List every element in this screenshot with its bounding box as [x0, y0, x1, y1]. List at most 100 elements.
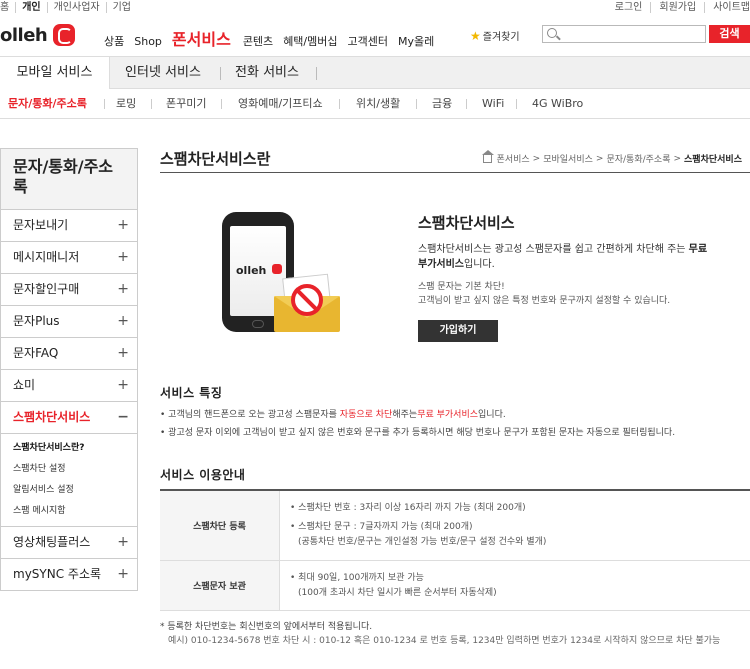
subnav-4g-wibro[interactable]: 4G WiBro: [532, 89, 583, 119]
lnb-item-mysync-contacts[interactable]: mySYNC 주소록 +: [0, 559, 138, 591]
breadcrumb-item[interactable]: 폰서비스: [497, 152, 530, 165]
lnb-item-sms-plus[interactable]: 문자Plus +: [0, 306, 138, 338]
util-home-link[interactable]: 홈: [0, 2, 17, 13]
plus-icon: +: [117, 534, 129, 550]
subnav-divider: [104, 99, 105, 109]
blocked-mail-icon: [274, 273, 340, 332]
olleh-logo[interactable]: olleh: [0, 24, 76, 46]
signup-link[interactable]: 회원가입: [651, 2, 706, 13]
lnb-item-video-chat-plus[interactable]: 영상채팅플러스 +: [0, 527, 138, 559]
subnav-finance[interactable]: 금융: [432, 89, 452, 119]
home-icon[interactable]: [481, 149, 494, 163]
usage-row-head: 스팸차단 등록: [160, 491, 280, 560]
menu-customer-center[interactable]: 고객센터: [348, 33, 388, 49]
olleh-logo-icon: [53, 24, 76, 46]
plus-icon: +: [117, 377, 129, 393]
join-button[interactable]: 가입하기: [418, 320, 498, 342]
usage-table: 스팸차단 등록 • 스팸차단 번호 : 3자리 이상 16자리 까지 가능 (최…: [160, 489, 750, 611]
subnav-divider: [416, 99, 417, 109]
lnb-sub-spam-inbox[interactable]: 스팸 메시지함: [13, 501, 137, 522]
search-box: [542, 25, 706, 43]
segment-links: 홈 개인 개인사업자 기업: [0, 2, 137, 13]
home-button-icon: [252, 320, 264, 328]
plus-icon: +: [117, 249, 129, 265]
breadcrumb: 폰서비스 > 모바일서비스 > 문자/통화/주소록 > 스팸차단서비스: [481, 149, 742, 165]
lnb-item-sms-faq[interactable]: 문자FAQ +: [0, 338, 138, 370]
prohibited-icon: [291, 284, 323, 316]
menu-shop[interactable]: Shop: [134, 35, 162, 48]
favorite-label: 즐겨찾기: [482, 32, 520, 43]
lnb-sub-spam-settings[interactable]: 스팸차단 설정: [13, 459, 137, 480]
logo-text: olleh: [0, 24, 48, 46]
tab-mobile-service[interactable]: 모바일 서비스: [0, 57, 110, 89]
subnav-location-life[interactable]: 위치/생활: [356, 89, 400, 119]
account-links: 로그인 회원가입 사이트맵: [607, 2, 750, 13]
menu-products[interactable]: 상품: [104, 33, 124, 49]
search-icon: [547, 28, 557, 38]
breadcrumb-item[interactable]: 문자/통화/주소록: [606, 152, 670, 165]
subnav-sms-call-contacts[interactable]: 문자/통화/주소록: [8, 89, 87, 119]
lnb-item-showme[interactable]: 쇼미 +: [0, 370, 138, 402]
subnav-divider: [516, 99, 517, 109]
plus-icon: +: [117, 281, 129, 297]
tab-phone-service[interactable]: 전화 서비스: [222, 57, 312, 89]
usage-row-body: • 최대 90일, 100개까지 보관 가능 (100개 초과시 차단 일시가 …: [290, 573, 497, 598]
search-button[interactable]: 검색: [709, 25, 750, 43]
service-tabs: 모바일 서비스 인터넷 서비스 전화 서비스: [0, 56, 750, 89]
plus-icon: +: [117, 217, 129, 233]
lnb-item-message-manager[interactable]: 메시지매니저 +: [0, 242, 138, 274]
left-nav: 문자/통화/주소록 문자보내기 + 메시지매니저 + 문자할인구매 + 문자Plus +…: [0, 148, 138, 591]
sitemap-link[interactable]: 사이트맵: [705, 2, 750, 13]
olleh-mark-icon: [272, 264, 282, 274]
lnb-sub-what-is-spam-block[interactable]: 스팸차단서비스란?: [13, 438, 137, 459]
hero-description: 스팸차단서비스는 광고성 스팸문자를 쉽고 간편하게 차단해 주는 무료 부가서…: [418, 244, 708, 270]
star-icon: ★: [470, 28, 481, 43]
feature-item: • 고객님의 핸드폰으로 오는 광고성 스팸문자를 자동으로 차단해주는무료 부…: [160, 410, 506, 420]
tab-internet-service[interactable]: 인터넷 서비스: [110, 57, 216, 89]
login-link[interactable]: 로그인: [607, 2, 652, 13]
subnav-divider: [221, 99, 222, 109]
breadcrumb-item[interactable]: 모바일서비스: [543, 152, 593, 165]
subnav-roaming[interactable]: 로밍: [116, 89, 136, 119]
menu-my-olleh[interactable]: My올레: [398, 33, 434, 49]
usage-row-body: • 스팸차단 번호 : 3자리 이상 16자리 까지 가능 (최대 200개) …: [290, 503, 547, 547]
favorite-link[interactable]: ★ 즐겨찾기: [470, 28, 520, 44]
hero-title: 스팸차단서비스: [418, 214, 515, 232]
footnote: * 등록한 차단번호는 회신번호의 앞에서부터 적용됩니다. 예시) 010-1…: [160, 620, 750, 648]
plus-icon: +: [117, 345, 129, 361]
hero-note: 스팸 문자는 기본 차단! 고객님이 받고 싶지 않은 특정 번호와 문구까지 …: [418, 282, 671, 306]
menu-benefits[interactable]: 혜택/멤버십: [283, 33, 337, 49]
subnav-phone-decor[interactable]: 폰꾸미기: [166, 89, 206, 119]
subnav-movie-gifticon[interactable]: 영화예매/기프티쇼: [238, 89, 323, 119]
util-enterprise-link[interactable]: 기업: [107, 2, 137, 13]
lnb-item-send-sms[interactable]: 문자보내기 +: [0, 210, 138, 242]
usage-row-head: 스팸문자 보관: [160, 561, 280, 610]
utility-bar: 홈 개인 개인사업자 기업 로그인 회원가입 사이트맵: [0, 0, 750, 18]
subnav-divider: [466, 99, 467, 109]
usage-heading: 서비스 이용안내: [160, 468, 246, 482]
sub-nav: 문자/통화/주소록 로밍 폰꾸미기 영화예매/기프티쇼 위치/생활 금융 WiF…: [0, 89, 750, 119]
footnote-example: 예시) 010-1234-5678 번호 차단 시 : 010-12 혹은 01…: [168, 636, 721, 646]
util-personal-link[interactable]: 개인: [16, 2, 48, 13]
breadcrumb-current: 스팸차단서비스: [684, 155, 742, 165]
feature-item: • 광고성 문자 이외에 고객님이 받고 싶지 않은 번호와 문구를 추가 등록…: [160, 428, 676, 438]
menu-phone-service[interactable]: 폰서비스: [172, 26, 231, 50]
global-nav: olleh 상품 Shop 폰서비스 콘텐츠 혜택/멤버십 고객센터 My올레 …: [0, 18, 750, 54]
phone-brand-text: olleh: [236, 264, 267, 277]
search-input[interactable]: [561, 27, 701, 41]
table-row: 스팸문자 보관 • 최대 90일, 100개까지 보관 가능 (100개 초과시…: [160, 561, 750, 611]
lnb-item-sms-discount[interactable]: 문자할인구매 +: [0, 274, 138, 306]
subnav-wifi[interactable]: WiFi: [482, 89, 504, 119]
title-divider: [160, 172, 750, 173]
left-nav-title: 문자/통화/주소록: [0, 148, 138, 210]
lnb-sub-alert-settings[interactable]: 알림서비스 설정: [13, 480, 137, 501]
plus-icon: +: [117, 566, 129, 582]
util-business-link[interactable]: 개인사업자: [48, 2, 107, 13]
table-row: 스팸차단 등록 • 스팸차단 번호 : 3자리 이상 16자리 까지 가능 (최…: [160, 491, 750, 561]
lnb-item-spam-block[interactable]: 스팸차단서비스 −: [0, 402, 138, 434]
features-heading: 서비스 특징: [160, 386, 223, 400]
subnav-divider: [151, 99, 152, 109]
menu-contents[interactable]: 콘텐츠: [243, 33, 273, 49]
tab-divider: [220, 67, 221, 80]
page-title: 스팸차단서비스란: [160, 150, 271, 168]
